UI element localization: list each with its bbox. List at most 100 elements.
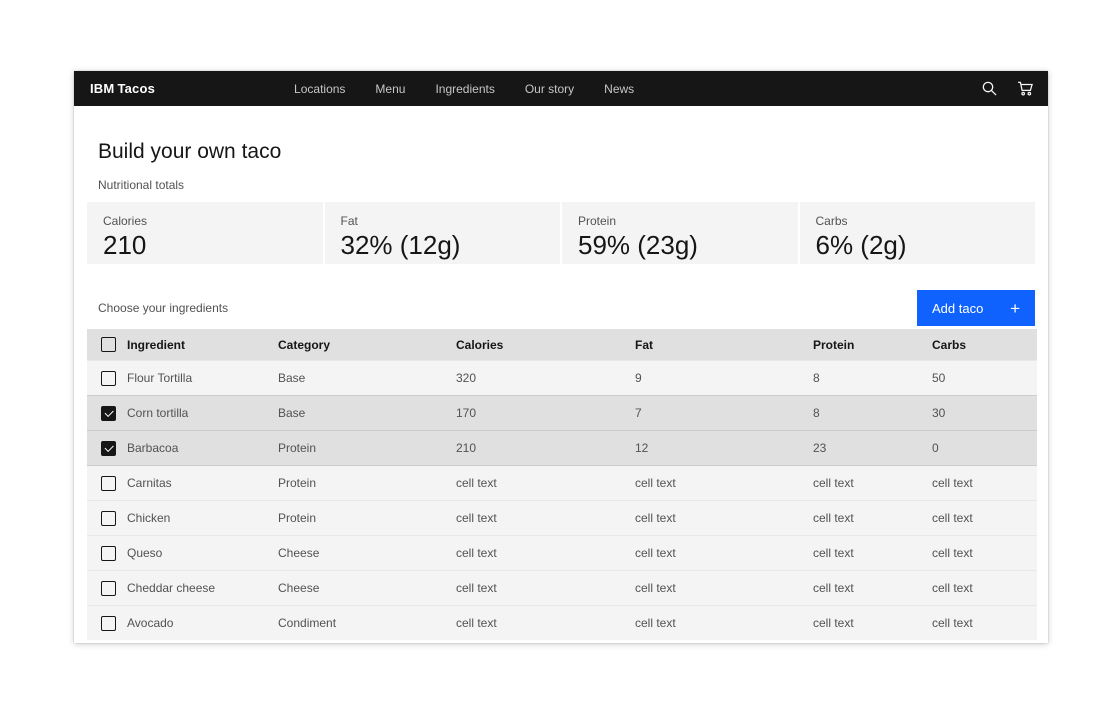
tile-label: Protein [578, 214, 782, 228]
tile-value: 210 [103, 229, 307, 261]
cell-category: Protein [278, 511, 456, 525]
plus-icon: + [1010, 300, 1020, 317]
ingredients-label: Choose your ingredients [98, 301, 228, 315]
table-row[interactable]: Flour TortillaBase3209850 [87, 360, 1037, 395]
cell-carbs: 50 [932, 371, 1037, 385]
cell-calories: cell text [456, 476, 635, 490]
nav-item-our-story[interactable]: Our story [525, 82, 574, 96]
cell-protein: cell text [813, 546, 932, 560]
cell-protein: 8 [813, 371, 932, 385]
brand-prefix: IBM [90, 81, 114, 96]
row-checkbox[interactable] [101, 441, 116, 456]
cell-category: Base [278, 371, 456, 385]
totals-label: Nutritional totals [98, 178, 1035, 192]
header-actions [981, 80, 1034, 97]
cell-protein: cell text [813, 511, 932, 525]
tile-carbs: Carbs 6% (2g) [800, 202, 1036, 264]
app-header: IBMTacos Locations Menu Ingredients Our … [74, 71, 1048, 106]
cell-ingredient: Queso [127, 546, 278, 560]
cell-fat: cell text [635, 511, 813, 525]
select-all-checkbox[interactable] [101, 337, 116, 352]
cell-carbs: cell text [932, 476, 1037, 490]
cell-ingredient: Chicken [127, 511, 278, 525]
col-category[interactable]: Category [278, 338, 456, 352]
cell-calories: cell text [456, 581, 635, 595]
col-fat[interactable]: Fat [635, 338, 813, 352]
cell-carbs: 0 [932, 441, 1037, 455]
table-row[interactable]: BarbacoaProtein21012230 [87, 430, 1037, 465]
cell-category: Protein [278, 441, 456, 455]
cell-calories: cell text [456, 511, 635, 525]
cell-fat: cell text [635, 476, 813, 490]
cell-fat: 9 [635, 371, 813, 385]
row-checkbox-cell [87, 476, 127, 491]
cell-category: Cheese [278, 546, 456, 560]
cell-calories: 210 [456, 441, 635, 455]
row-checkbox-cell [87, 406, 127, 421]
nav-item-menu[interactable]: Menu [375, 82, 405, 96]
cell-category: Cheese [278, 581, 456, 595]
cell-ingredient: Cheddar cheese [127, 581, 278, 595]
col-calories[interactable]: Calories [456, 338, 635, 352]
brand[interactable]: IBMTacos [90, 81, 155, 96]
table-row[interactable]: Cheddar cheeseCheesecell textcell textce… [87, 570, 1037, 605]
cell-carbs: cell text [932, 581, 1037, 595]
cell-protein: cell text [813, 616, 932, 630]
col-ingredient[interactable]: Ingredient [127, 338, 278, 352]
cell-carbs: cell text [932, 616, 1037, 630]
cell-ingredient: Corn tortilla [127, 406, 278, 420]
table-toolbar: Choose your ingredients Add taco + [87, 290, 1035, 326]
row-checkbox-cell [87, 441, 127, 456]
row-checkbox[interactable] [101, 406, 116, 421]
row-checkbox[interactable] [101, 546, 116, 561]
cell-category: Base [278, 406, 456, 420]
cell-ingredient: Avocado [127, 616, 278, 630]
cell-fat: cell text [635, 616, 813, 630]
cell-protein: 8 [813, 406, 932, 420]
row-checkbox[interactable] [101, 581, 116, 596]
row-checkbox-cell [87, 371, 127, 386]
nav-item-ingredients[interactable]: Ingredients [435, 82, 494, 96]
cell-protein: 23 [813, 441, 932, 455]
row-checkbox[interactable] [101, 371, 116, 386]
cell-fat: cell text [635, 546, 813, 560]
select-all-cell [87, 337, 127, 352]
col-protein[interactable]: Protein [813, 338, 932, 352]
tile-label: Carbs [816, 214, 1020, 228]
cell-calories: cell text [456, 616, 635, 630]
table-row[interactable]: AvocadoCondimentcell textcell textcell t… [87, 605, 1037, 640]
row-checkbox[interactable] [101, 476, 116, 491]
row-checkbox-cell [87, 581, 127, 596]
table-row[interactable]: CarnitasProteincell textcell textcell te… [87, 465, 1037, 500]
row-checkbox-cell [87, 616, 127, 631]
cell-fat: cell text [635, 581, 813, 595]
row-checkbox-cell [87, 546, 127, 561]
table-row[interactable]: QuesoCheesecell textcell textcell textce… [87, 535, 1037, 570]
cell-fat: 7 [635, 406, 813, 420]
cell-calories: 170 [456, 406, 635, 420]
cell-protein: cell text [813, 581, 932, 595]
add-taco-label: Add taco [932, 301, 983, 316]
cell-calories: cell text [456, 546, 635, 560]
tile-label: Calories [103, 214, 307, 228]
search-icon[interactable] [981, 80, 998, 97]
row-checkbox-cell [87, 511, 127, 526]
row-checkbox[interactable] [101, 511, 116, 526]
col-carbs[interactable]: Carbs [932, 338, 1037, 352]
cell-protein: cell text [813, 476, 932, 490]
tile-calories: Calories 210 [87, 202, 323, 264]
cell-carbs: 30 [932, 406, 1037, 420]
table-row[interactable]: ChickenProteincell textcell textcell tex… [87, 500, 1037, 535]
tile-value: 6% (2g) [816, 229, 1020, 261]
nav-item-locations[interactable]: Locations [294, 82, 345, 96]
table-row[interactable]: Corn tortillaBase1707830 [87, 395, 1037, 430]
ingredients-table: Ingredient Category Calories Fat Protein… [87, 329, 1037, 640]
add-taco-button[interactable]: Add taco + [917, 290, 1035, 326]
nav-item-news[interactable]: News [604, 82, 634, 96]
row-checkbox[interactable] [101, 616, 116, 631]
cell-carbs: cell text [932, 511, 1037, 525]
cart-icon[interactable] [1017, 80, 1034, 97]
page-title: Build your own taco [98, 140, 1035, 164]
tile-value: 32% (12g) [341, 229, 545, 261]
tile-label: Fat [341, 214, 545, 228]
